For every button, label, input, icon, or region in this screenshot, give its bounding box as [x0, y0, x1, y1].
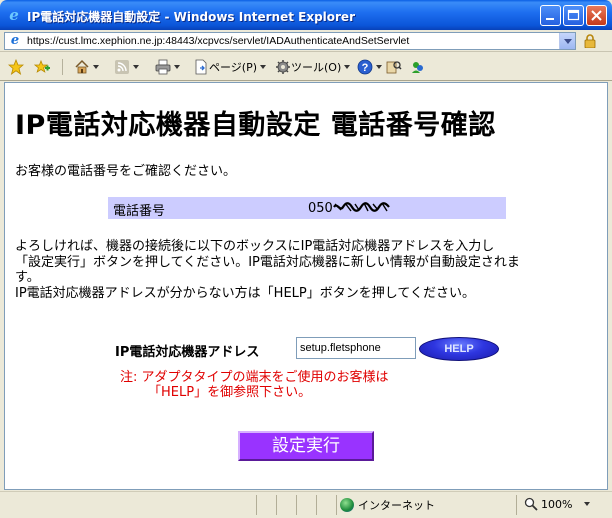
instructions-line: 「設定実行」ボタンを押してください。IP電話対応機器に新しい情報が自動設定されま — [15, 254, 520, 270]
favorites-button[interactable] — [8, 58, 24, 76]
home-button[interactable] — [74, 58, 99, 76]
chevron-down-icon — [584, 502, 591, 506]
command-bar: ページ(P) ツール(O) ? — [0, 53, 612, 81]
gear-icon — [276, 60, 290, 74]
help-icon: ? — [357, 59, 373, 75]
redacted-number-graphic — [332, 202, 390, 212]
maximize-button[interactable] — [563, 5, 584, 26]
page-icon: e — [10, 33, 20, 48]
print-button[interactable] — [155, 58, 180, 76]
chevron-down-icon — [376, 65, 382, 69]
research-icon — [386, 61, 402, 74]
address-field[interactable]: e https://cust.lmc.xephion.ne.jp:48443/x… — [4, 32, 576, 50]
printer-icon — [155, 59, 171, 75]
adapter-note-line-1: 注: アダプタタイプの端末をご使用のお客様は — [120, 370, 389, 385]
zoom-level: 100% — [541, 497, 573, 511]
favorites-star-icon — [8, 59, 24, 75]
instructions-text: よろしければ、機器の接続後に以下のボックスにIP電話対応機器アドレスを入力し 「… — [15, 239, 595, 301]
chevron-down-icon — [133, 65, 139, 69]
execute-settings-button[interactable]: 設定実行 — [238, 431, 374, 461]
instructions-line: よろしければ、機器の接続後に以下のボックスにIP電話対応機器アドレスを入力し — [15, 239, 495, 254]
address-bar: e https://cust.lmc.xephion.ne.jp:48443/x… — [0, 30, 612, 52]
phone-number-prefix: 050 — [308, 201, 333, 216]
page-content[interactable]: IP電話対応機器自動設定 電話番号確認 お客様の電話番号をご確認ください。 電話… — [4, 82, 608, 490]
chevron-down-icon — [93, 65, 99, 69]
svg-text:?: ? — [362, 62, 369, 74]
maximize-icon — [567, 9, 580, 21]
status-divider — [316, 495, 317, 515]
zoom-control[interactable]: 100% — [524, 497, 591, 511]
phone-number-label: 電話番号 — [113, 204, 166, 219]
chevron-down-icon — [344, 65, 351, 69]
add-favorites-button[interactable] — [34, 58, 50, 76]
feeds-icon — [115, 60, 129, 74]
messenger-button[interactable] — [410, 58, 426, 76]
page-menu-label: ページ(P) — [209, 61, 257, 74]
address-dropdown-button[interactable] — [559, 33, 575, 49]
lock-icon[interactable] — [584, 34, 596, 48]
page-title: IP電話対応機器自動設定 電話番号確認 — [15, 110, 496, 141]
page-menu[interactable]: ページ(P) — [193, 58, 266, 76]
tools-menu-label: ツール(O) — [291, 61, 342, 74]
instructions-line: す。 — [15, 270, 40, 285]
add-favorites-icon — [34, 59, 50, 73]
tools-menu[interactable]: ツール(O) — [275, 58, 351, 76]
zoom-icon — [524, 497, 538, 511]
status-divider — [256, 495, 257, 515]
minimize-icon — [546, 18, 554, 20]
feeds-button[interactable] — [114, 58, 139, 76]
ie-logo-icon: e — [9, 6, 19, 24]
security-zone[interactable]: インターネット — [340, 497, 435, 513]
minimize-button[interactable] — [540, 5, 561, 26]
status-divider — [336, 495, 337, 515]
close-button[interactable] — [586, 5, 607, 26]
toolbar-separator — [62, 59, 63, 75]
chevron-down-icon — [174, 65, 180, 69]
adapter-note-line-2: 「HELP」を御参照下さい。 — [148, 385, 312, 400]
status-bar: インターネット 100% — [0, 491, 612, 518]
globe-icon — [340, 498, 354, 512]
security-zone-label: インターネット — [358, 499, 435, 512]
address-url[interactable]: https://cust.lmc.xephion.ne.jp:48443/xcp… — [27, 34, 409, 49]
messenger-icon — [412, 62, 423, 73]
page-icon — [195, 59, 207, 75]
status-divider — [516, 495, 517, 515]
status-divider — [296, 495, 297, 515]
intro-text: お客様の電話番号をご確認ください。 — [15, 164, 237, 179]
adapter-note: 注: アダプタタイプの端末をご使用のお客様は 「HELP」を御参照下さい。 — [120, 370, 389, 400]
instructions-line: IP電話対応機器アドレスが分からない方は「HELP」ボタンを押してください。 — [15, 285, 475, 301]
help-button[interactable]: HELP — [419, 337, 499, 361]
research-button[interactable] — [386, 58, 402, 76]
device-address-input[interactable] — [296, 337, 416, 359]
close-icon — [591, 10, 602, 21]
phone-number-value: 050 — [308, 200, 391, 216]
window-title: IP電話対応機器自動設定 - Windows Internet Explorer — [27, 10, 355, 24]
status-divider — [276, 495, 277, 515]
help-menu[interactable]: ? — [357, 58, 382, 76]
home-icon — [75, 59, 89, 74]
device-address-label: IP電話対応機器アドレス — [115, 345, 260, 360]
window-title-bar[interactable]: e IP電話対応機器自動設定 - Windows Internet Explor… — [0, 0, 612, 30]
chevron-down-icon — [260, 65, 266, 69]
phone-number-row: 電話番号 050 — [108, 197, 506, 219]
